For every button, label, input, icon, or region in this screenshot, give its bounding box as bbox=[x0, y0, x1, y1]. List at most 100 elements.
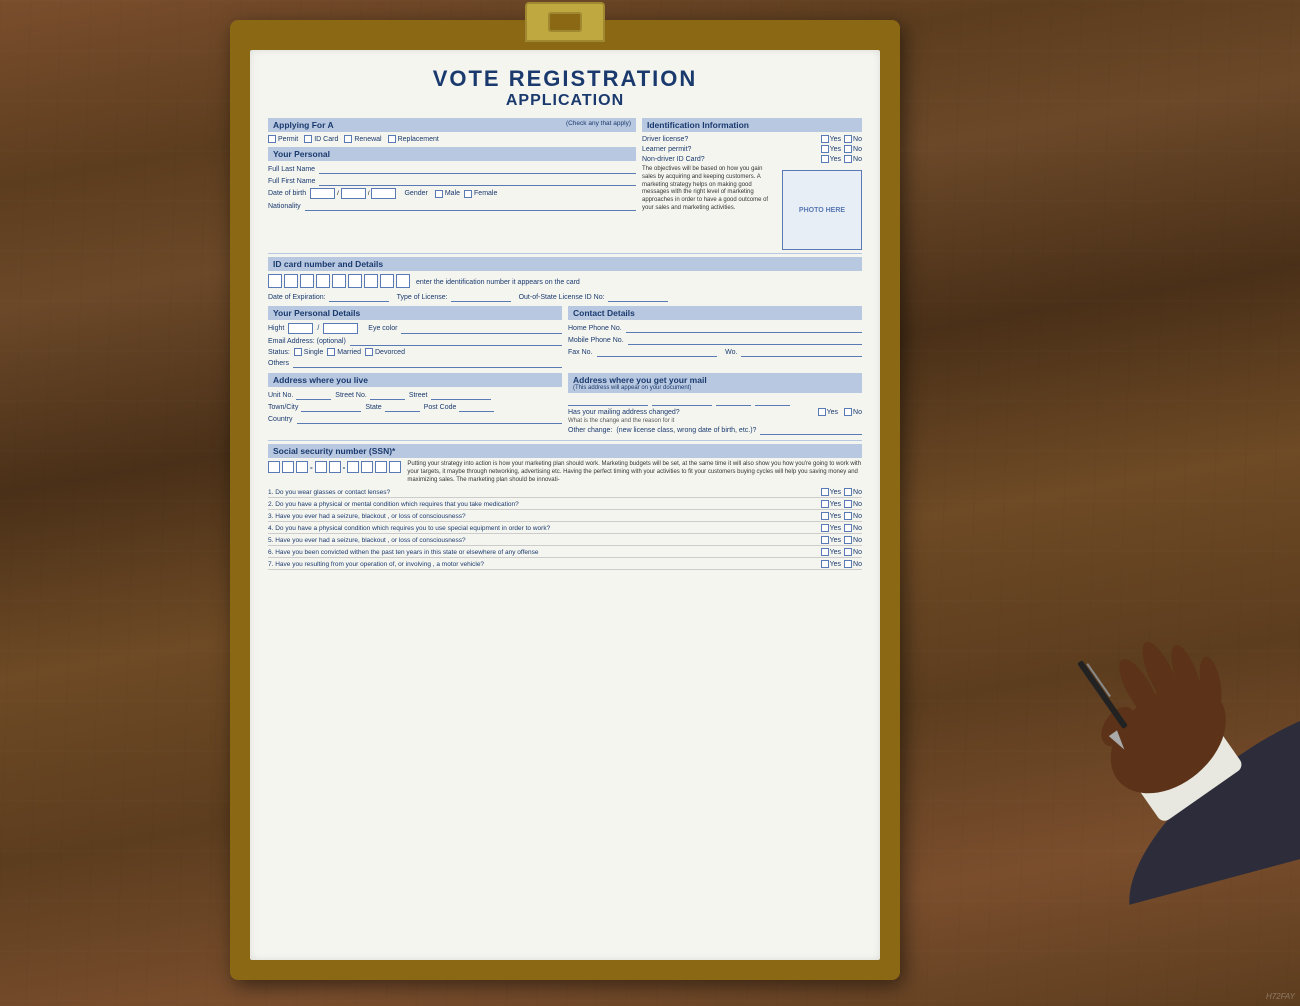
nondriver-no[interactable]: No bbox=[844, 155, 862, 163]
devorced-option[interactable]: Devorced bbox=[365, 348, 405, 356]
q1-no[interactable]: No bbox=[844, 488, 862, 496]
q4-no-cb[interactable] bbox=[844, 524, 852, 532]
q5-no-cb[interactable] bbox=[844, 536, 852, 544]
out-state-field[interactable] bbox=[608, 292, 668, 302]
license-type-field[interactable] bbox=[451, 292, 511, 302]
height-field[interactable] bbox=[323, 323, 358, 334]
nondriver-yes[interactable]: Yes bbox=[821, 155, 841, 163]
q2-no[interactable]: No bbox=[844, 500, 862, 508]
single-option[interactable]: Single bbox=[294, 348, 323, 356]
ssn-2[interactable] bbox=[282, 461, 294, 473]
female-checkbox[interactable] bbox=[464, 190, 472, 198]
q6-no-cb[interactable] bbox=[844, 548, 852, 556]
ssn-9[interactable] bbox=[389, 461, 401, 473]
driver-no[interactable]: No bbox=[844, 135, 862, 143]
mail-no[interactable]: No bbox=[844, 408, 862, 416]
id-box-4[interactable] bbox=[316, 274, 330, 288]
id-box-6[interactable] bbox=[348, 274, 362, 288]
dob-year[interactable] bbox=[371, 188, 396, 199]
mail-unit-field[interactable] bbox=[568, 396, 648, 406]
ssn-5[interactable] bbox=[329, 461, 341, 473]
replacement-checkbox[interactable] bbox=[388, 135, 396, 143]
q7-yes-cb[interactable] bbox=[821, 560, 829, 568]
learner-yes-cb[interactable] bbox=[821, 145, 829, 153]
q5-no[interactable]: No bbox=[844, 536, 862, 544]
q6-yes[interactable]: Yes bbox=[821, 548, 841, 556]
q1-yes[interactable]: Yes bbox=[821, 488, 841, 496]
work-field[interactable] bbox=[741, 347, 862, 357]
id-box-1[interactable] bbox=[268, 274, 282, 288]
mail-city-field[interactable] bbox=[652, 396, 712, 406]
unit-no-field[interactable] bbox=[296, 390, 331, 400]
ssn-6[interactable] bbox=[347, 461, 359, 473]
ssn-7[interactable] bbox=[361, 461, 373, 473]
q4-yes-cb[interactable] bbox=[821, 524, 829, 532]
height-day[interactable] bbox=[288, 323, 313, 334]
q6-no[interactable]: No bbox=[844, 548, 862, 556]
eyecolor-field[interactable] bbox=[401, 324, 562, 334]
home-phone-field[interactable] bbox=[626, 323, 862, 333]
country-field[interactable] bbox=[297, 414, 562, 424]
single-cb[interactable] bbox=[294, 348, 302, 356]
q3-yes[interactable]: Yes bbox=[821, 512, 841, 520]
permit-checkbox[interactable] bbox=[268, 135, 276, 143]
street-no-field[interactable] bbox=[370, 390, 405, 400]
q4-no[interactable]: No bbox=[844, 524, 862, 532]
ssn-4[interactable] bbox=[315, 461, 327, 473]
mail-state-field[interactable] bbox=[716, 396, 751, 406]
id-box-2[interactable] bbox=[284, 274, 298, 288]
mail-yes-cb[interactable] bbox=[818, 408, 826, 416]
ssn-1[interactable] bbox=[268, 461, 280, 473]
mail-yes[interactable]: Yes bbox=[818, 408, 838, 416]
q1-no-cb[interactable] bbox=[844, 488, 852, 496]
q4-yes[interactable]: Yes bbox=[821, 524, 841, 532]
expiry-field[interactable] bbox=[329, 292, 389, 302]
id-box-5[interactable] bbox=[332, 274, 346, 288]
permit-option[interactable]: Permit bbox=[268, 135, 298, 143]
dob-day[interactable] bbox=[310, 188, 335, 199]
state-field[interactable] bbox=[385, 402, 420, 412]
others-field[interactable] bbox=[293, 358, 562, 368]
mail-no-cb[interactable] bbox=[844, 408, 852, 416]
married-option[interactable]: Married bbox=[327, 348, 361, 356]
driver-yes[interactable]: Yes bbox=[821, 135, 841, 143]
q3-no-cb[interactable] bbox=[844, 512, 852, 520]
q7-no-cb[interactable] bbox=[844, 560, 852, 568]
married-cb[interactable] bbox=[327, 348, 335, 356]
q5-yes-cb[interactable] bbox=[821, 536, 829, 544]
email-field[interactable] bbox=[350, 336, 562, 346]
q6-yes-cb[interactable] bbox=[821, 548, 829, 556]
idcard-checkbox[interactable] bbox=[304, 135, 312, 143]
idcard-option[interactable]: ID Card bbox=[304, 135, 338, 143]
q2-yes-cb[interactable] bbox=[821, 500, 829, 508]
q7-yes[interactable]: Yes bbox=[821, 560, 841, 568]
driver-no-cb[interactable] bbox=[844, 135, 852, 143]
other-change-field[interactable] bbox=[760, 425, 862, 435]
driver-yes-cb[interactable] bbox=[821, 135, 829, 143]
learner-yes[interactable]: Yes bbox=[821, 145, 841, 153]
q7-no[interactable]: No bbox=[844, 560, 862, 568]
id-box-7[interactable] bbox=[364, 274, 378, 288]
street-field[interactable] bbox=[431, 390, 491, 400]
female-option[interactable]: Female bbox=[464, 190, 497, 198]
first-name-field[interactable] bbox=[319, 176, 636, 186]
q3-no[interactable]: No bbox=[844, 512, 862, 520]
id-box-3[interactable] bbox=[300, 274, 314, 288]
mail-zip-field[interactable] bbox=[755, 396, 790, 406]
replacement-option[interactable]: Replacement bbox=[388, 135, 439, 143]
q2-no-cb[interactable] bbox=[844, 500, 852, 508]
ssn-3[interactable] bbox=[296, 461, 308, 473]
nationality-field[interactable] bbox=[305, 201, 636, 211]
last-name-field[interactable] bbox=[319, 164, 636, 174]
nondriver-yes-cb[interactable] bbox=[821, 155, 829, 163]
learner-no-cb[interactable] bbox=[844, 145, 852, 153]
q3-yes-cb[interactable] bbox=[821, 512, 829, 520]
postcode-field[interactable] bbox=[459, 402, 494, 412]
nondriver-no-cb[interactable] bbox=[844, 155, 852, 163]
renewal-checkbox[interactable] bbox=[344, 135, 352, 143]
id-box-9[interactable] bbox=[396, 274, 410, 288]
ssn-8[interactable] bbox=[375, 461, 387, 473]
q5-yes[interactable]: Yes bbox=[821, 536, 841, 544]
town-field[interactable] bbox=[301, 402, 361, 412]
male-checkbox[interactable] bbox=[435, 190, 443, 198]
